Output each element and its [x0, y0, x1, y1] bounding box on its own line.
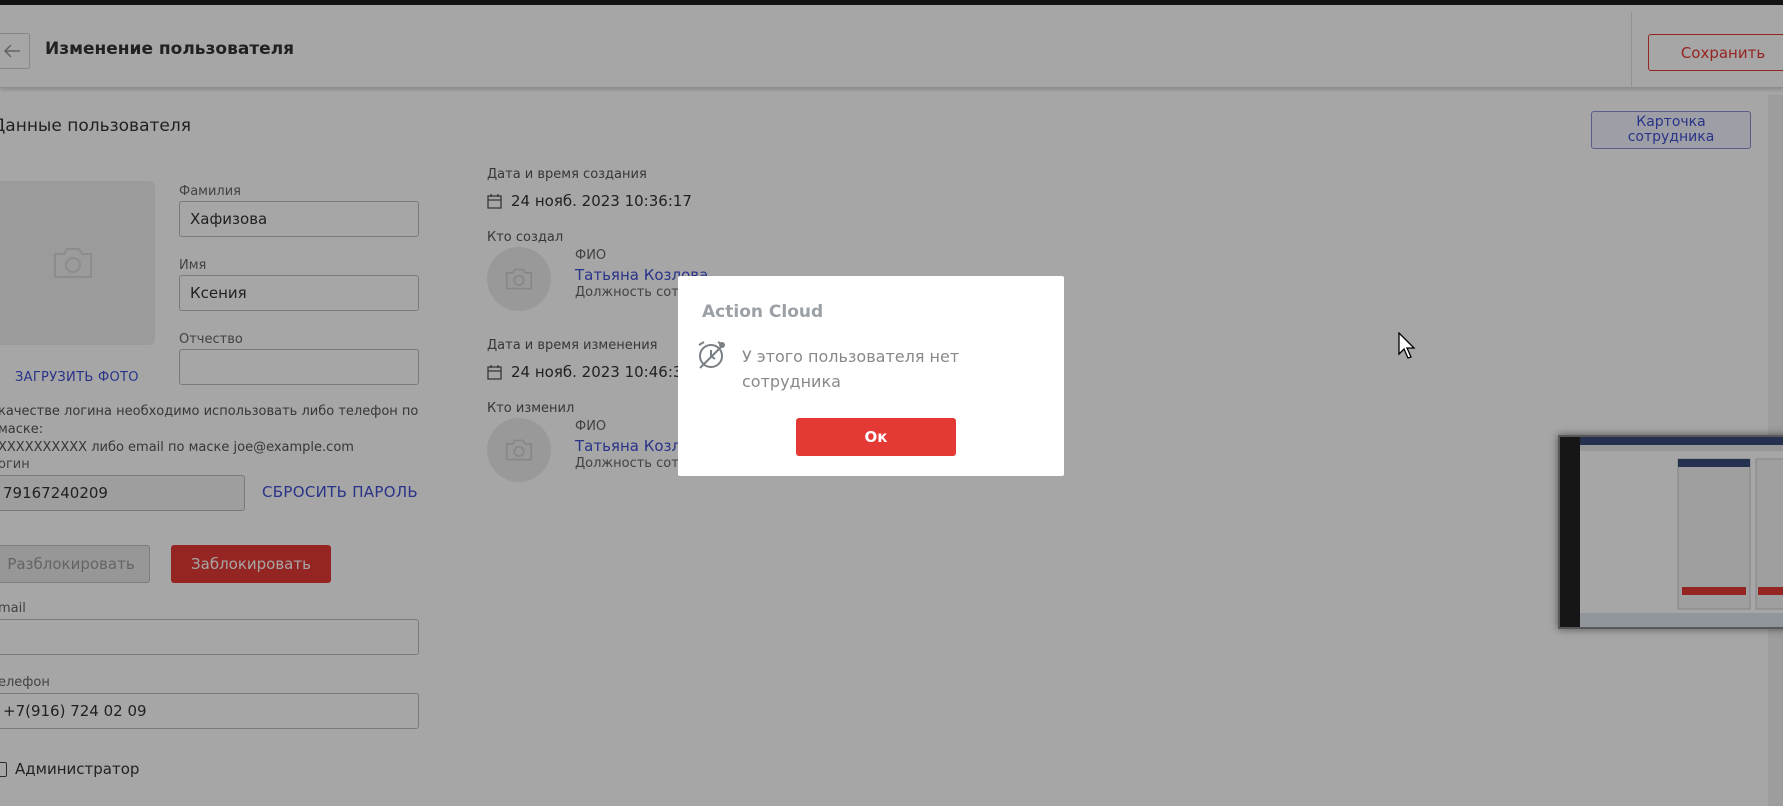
dialog-message: У этого пользователя нет сотрудника [742, 347, 960, 391]
alert-dialog: Action Cloud У этого пользователя нет со… [678, 276, 1064, 476]
alarm-clock-off-icon [696, 339, 728, 375]
mouse-cursor-icon [1398, 331, 1416, 364]
dialog-title: Action Cloud [702, 302, 824, 322]
ok-button[interactable]: Ок [796, 418, 956, 456]
